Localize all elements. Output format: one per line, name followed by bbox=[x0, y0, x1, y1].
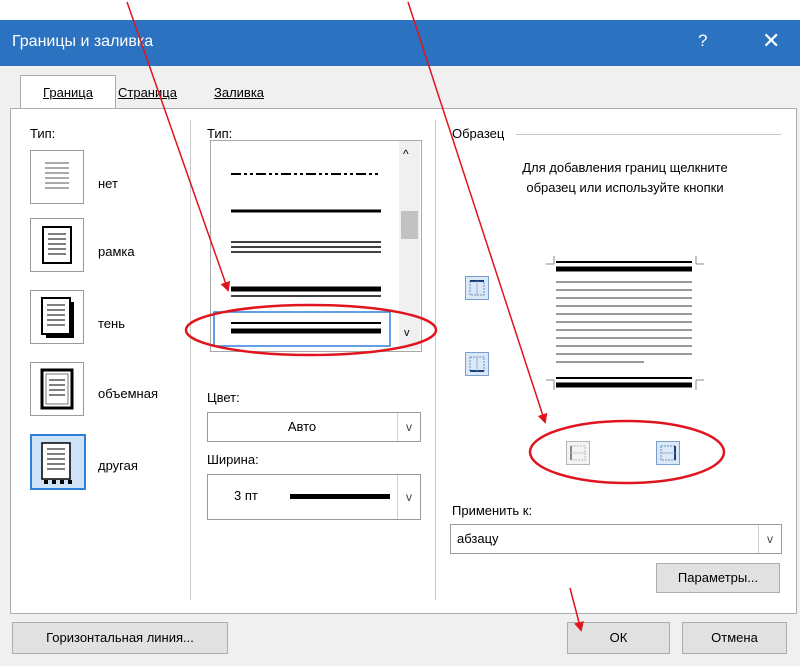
width-label: Ширина: bbox=[207, 452, 259, 467]
apply-to-label: Применить к: bbox=[452, 503, 533, 518]
chevron-down-icon[interactable]: v bbox=[397, 413, 420, 441]
preset-shadow-button[interactable] bbox=[30, 290, 84, 344]
scroll-down-icon[interactable]: v bbox=[404, 327, 410, 339]
preset-custom-button[interactable] bbox=[30, 434, 86, 490]
bottom-border-icon bbox=[469, 356, 485, 372]
scroll-thumb[interactable] bbox=[401, 211, 418, 239]
ok-button[interactable]: ОК bbox=[567, 622, 670, 654]
preset-shadow-label: тень bbox=[98, 316, 125, 331]
preset-box-button[interactable] bbox=[30, 218, 84, 272]
none-border-icon bbox=[45, 162, 69, 189]
close-button[interactable]: ✕ bbox=[762, 28, 780, 54]
tab-page[interactable]: Страница bbox=[112, 78, 183, 108]
separator-right bbox=[435, 120, 436, 600]
style-list-scrollbar[interactable]: ^ v bbox=[399, 141, 420, 349]
tab-shading[interactable]: Заливка bbox=[208, 78, 270, 108]
scroll-up-icon[interactable]: ^ bbox=[403, 147, 409, 161]
horizontal-line-button[interactable]: Горизонтальная линия... bbox=[12, 622, 228, 654]
line-style-list[interactable]: ^ v bbox=[210, 140, 422, 352]
sample-hint: Для добавления границ щелкните образец и… bbox=[522, 160, 728, 195]
chevron-down-icon[interactable]: v bbox=[758, 525, 781, 553]
cancel-button[interactable]: Отмена bbox=[682, 622, 787, 654]
width-select[interactable]: 3 пт v bbox=[207, 474, 421, 520]
width-value: 3 пт bbox=[234, 488, 258, 503]
shadow-border-icon bbox=[41, 297, 74, 338]
right-border-button[interactable] bbox=[656, 441, 680, 465]
separator-left bbox=[190, 120, 191, 600]
color-value: Авто bbox=[287, 419, 317, 434]
preset-box-label: рамка bbox=[98, 244, 135, 259]
preset-none-button[interactable] bbox=[30, 150, 84, 204]
chevron-down-icon[interactable]: v bbox=[397, 475, 420, 519]
help-button[interactable]: ? bbox=[698, 31, 707, 51]
line-style-triple[interactable] bbox=[231, 241, 381, 253]
color-label: Цвет: bbox=[207, 390, 240, 405]
preset-type-label: Тип: bbox=[30, 126, 56, 141]
preset-none-label: нет bbox=[98, 176, 118, 191]
top-border-button[interactable] bbox=[465, 276, 489, 300]
preset-custom-label: другая bbox=[98, 458, 138, 473]
tab-border[interactable]: Граница bbox=[20, 75, 116, 110]
width-sample-line bbox=[290, 494, 390, 499]
sample-preview[interactable] bbox=[540, 250, 710, 400]
line-style-samples bbox=[213, 173, 391, 347]
window-title: Границы и заливка bbox=[12, 33, 154, 50]
left-border-icon bbox=[570, 445, 586, 461]
sample-label: Образец bbox=[452, 126, 505, 141]
right-border-icon bbox=[660, 445, 676, 461]
3d-border-icon bbox=[40, 368, 74, 410]
left-border-button[interactable] bbox=[566, 441, 590, 465]
line-style-thick-thin[interactable] bbox=[231, 286, 381, 297]
style-type-label: Тип: bbox=[207, 126, 233, 141]
box-border-icon bbox=[42, 226, 72, 264]
sample-rule bbox=[516, 134, 781, 135]
title-bar: Границы и заливка ? ✕ bbox=[0, 20, 800, 66]
apply-to-value: абзацу bbox=[457, 531, 499, 546]
apply-to-select[interactable]: абзацу v bbox=[450, 524, 782, 554]
top-border-icon bbox=[469, 280, 485, 296]
bottom-border-button[interactable] bbox=[465, 352, 489, 376]
options-button[interactable]: Параметры... bbox=[656, 563, 780, 593]
color-select[interactable]: Авто v bbox=[207, 412, 421, 442]
preset-3d-button[interactable] bbox=[30, 362, 84, 416]
custom-border-icon bbox=[41, 442, 72, 484]
preset-3d-label: объемная bbox=[98, 386, 158, 401]
